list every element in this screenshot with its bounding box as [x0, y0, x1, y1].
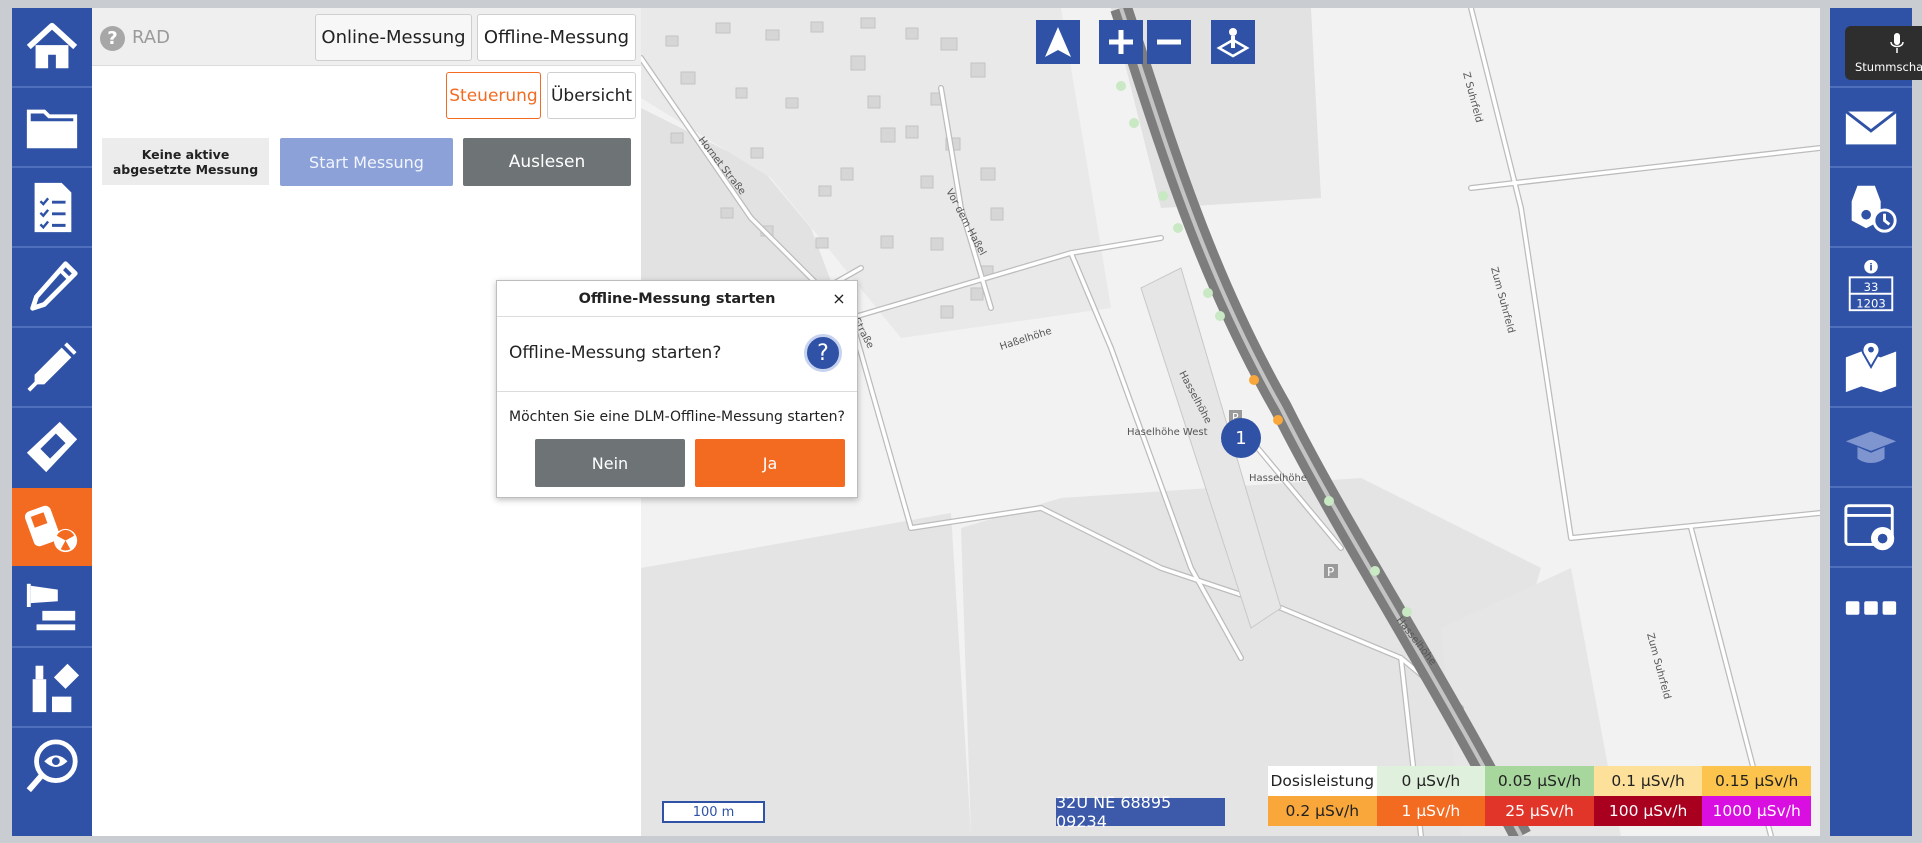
map-scale: 100 m: [662, 801, 765, 823]
offline-measurement-dialog: Offline-Messung starten × Offline-Messun…: [496, 280, 858, 498]
dialog-header: Offline-Messung starten ×: [497, 281, 857, 317]
dialog-question: Offline-Messung starten?: [509, 343, 722, 363]
nav-observation[interactable]: [12, 728, 92, 806]
plus-icon: [1109, 30, 1133, 54]
checklist-icon: [34, 182, 72, 233]
nav-info[interactable]: i 33 1203: [1830, 248, 1912, 326]
graduation-cap-icon: [1845, 431, 1897, 463]
street-label: Zum Suhrfeld: [1644, 632, 1672, 701]
radiation-meter-icon: [24, 505, 78, 553]
legend-item: 0.1 µSv/h: [1593, 766, 1703, 796]
dialog-title: Offline-Messung starten: [578, 291, 776, 307]
tab-offline-messung[interactable]: Offline-Messung: [477, 14, 636, 61]
street-label: Z Suhrfeld: [1460, 71, 1484, 124]
nav-device[interactable]: [12, 408, 92, 486]
left-navigation: [12, 8, 92, 836]
eye-search-icon: [26, 739, 78, 793]
nav-training[interactable]: [1830, 408, 1912, 486]
module-title: RAD: [132, 27, 170, 48]
tooltip-text: Stummschal: [1855, 60, 1922, 74]
chemicals-icon: [32, 663, 80, 713]
mute-tooltip: Stummschal: [1845, 26, 1922, 80]
north-arrow-button[interactable]: [1036, 20, 1080, 64]
close-icon[interactable]: ×: [830, 289, 848, 308]
measurement-status: Keine aktive abgesetzte Messung: [102, 138, 269, 185]
microphone-icon: [1890, 33, 1904, 53]
gas-mask-clock-icon: [1851, 185, 1897, 233]
start-measurement-button[interactable]: Start Messung: [280, 138, 453, 186]
legend-item: 25 µSv/h: [1485, 796, 1594, 826]
mail-icon: [1844, 110, 1898, 145]
info-grid-icon: i 33 1203: [1848, 259, 1894, 312]
locate-person-icon: [1216, 28, 1250, 58]
panel-header: ? RAD Online-Messung Offline-Messung: [92, 8, 641, 66]
dose-rate-legend: Dosisleistung 0 µSv/h 0.05 µSv/h 0.1 µSv…: [1268, 766, 1811, 826]
street-label: Hasselhöhe: [1249, 473, 1307, 484]
right-navigation: i 33 1203: [1830, 8, 1912, 836]
pen-icon: [30, 261, 78, 311]
legend-item: 0.05 µSv/h: [1485, 766, 1594, 796]
home-icon: [26, 22, 78, 69]
north-arrow-icon: [1045, 27, 1071, 57]
street-label: Zum Suhrfeld: [1488, 266, 1516, 335]
device-icon: [26, 421, 78, 473]
tab-online-messung[interactable]: Online-Messung: [315, 14, 472, 61]
nav-files[interactable]: [12, 88, 92, 166]
read-out-button[interactable]: Auslesen: [463, 138, 631, 186]
legend-item: 1000 µSv/h: [1702, 796, 1811, 826]
info-number-bottom: 1203: [1856, 296, 1886, 310]
nav-probe[interactable]: [12, 328, 92, 406]
legend-item: 0.15 µSv/h: [1702, 766, 1811, 796]
settings-window-icon: [1844, 504, 1895, 551]
nav-weather[interactable]: [12, 568, 92, 646]
help-icon[interactable]: ?: [100, 26, 125, 51]
info-number-top: 33: [1864, 280, 1879, 294]
nav-settings[interactable]: [1830, 488, 1912, 566]
svg-text:P: P: [1327, 565, 1334, 579]
nav-home[interactable]: [12, 8, 92, 86]
svg-text:i: i: [1869, 263, 1872, 274]
nav-mail[interactable]: [1830, 88, 1912, 166]
dialog-message: Möchten Sie eine DLM-Offline-Messung sta…: [509, 409, 845, 425]
nav-radiation[interactable]: [12, 488, 92, 566]
street-label: Haselhöhe West: [1127, 427, 1208, 438]
nav-respiratory[interactable]: [1830, 168, 1912, 246]
nav-pen[interactable]: [12, 248, 92, 326]
yes-button[interactable]: Ja: [695, 439, 845, 487]
nav-checklist[interactable]: [12, 168, 92, 246]
syringe-icon: [27, 342, 77, 392]
legend-item: 0 µSv/h: [1376, 766, 1486, 796]
zoom-out-button[interactable]: [1147, 20, 1191, 64]
more-icon: [1845, 601, 1897, 615]
question-icon: ?: [804, 334, 842, 372]
subtab-uebersicht[interactable]: Übersicht: [547, 72, 636, 119]
nav-map[interactable]: [1830, 328, 1912, 406]
legend-item: 0.2 µSv/h: [1268, 796, 1377, 826]
nav-chemicals[interactable]: [12, 648, 92, 726]
map-pin-icon: [1845, 340, 1897, 393]
folder-icon: [26, 109, 78, 149]
dialog-divider: [497, 391, 857, 392]
street-label: Haßelhöhe: [999, 326, 1054, 353]
windsock-icon: [26, 583, 76, 631]
locate-button[interactable]: [1211, 20, 1255, 64]
subtab-steuerung[interactable]: Steuerung: [446, 72, 541, 119]
nav-more[interactable]: [1830, 568, 1912, 646]
measurement-marker[interactable]: 1: [1221, 418, 1261, 458]
legend-item: 100 µSv/h: [1593, 796, 1703, 826]
no-button[interactable]: Nein: [535, 439, 685, 487]
zoom-in-button[interactable]: [1099, 20, 1143, 64]
minus-icon: [1157, 39, 1181, 45]
coordinate-readout: 32U NE 68895 09234: [1056, 793, 1225, 831]
legend-item: 1 µSv/h: [1376, 796, 1486, 826]
legend-title: Dosisleistung: [1268, 766, 1377, 796]
